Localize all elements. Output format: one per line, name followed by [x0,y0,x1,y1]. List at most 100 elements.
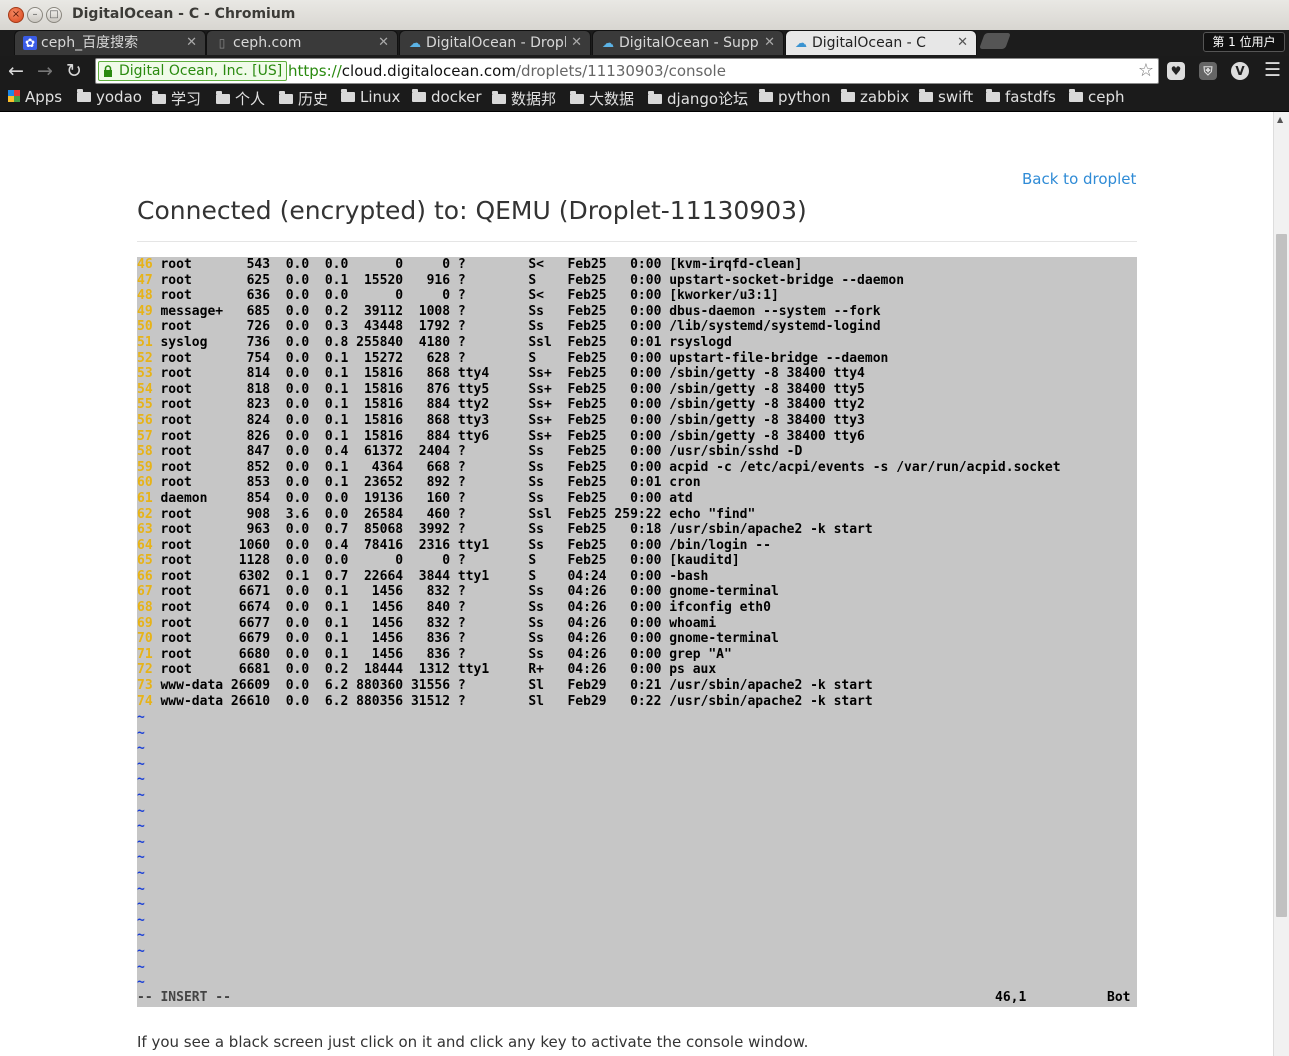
process-entry: www-data 26609 0.0 6.2 880360 31556 ? Sl… [160,678,873,694]
bookmark-folder[interactable]: python [759,88,830,106]
bookmark-folder[interactable]: 学习 [152,88,201,109]
window-close-button[interactable]: × [8,7,24,23]
scrollbar-thumb[interactable] [1276,234,1287,917]
console-line: 63 root 963 0.0 0.7 85068 3992 ? Ss Feb2… [137,522,1137,538]
line-number: 63 [137,522,153,538]
back-arrow-icon[interactable]: ← [8,60,24,82]
console-line: 66 root 6302 0.1 0.7 22664 3844 tty1 S 0… [137,569,1137,585]
process-entry: root 6302 0.1 0.7 22664 3844 tty1 S 04:2… [160,568,709,584]
console-line: 60 root 853 0.0 0.1 23652 892 ? Ss Feb25… [137,475,1137,491]
extension-shield-icon[interactable]: ⛨ [1199,62,1217,80]
bookmark-apps[interactable]: Apps [8,88,62,106]
process-entry: root 543 0.0 0.0 0 0 ? S< Feb25 0:00 [kv… [160,257,803,272]
apps-grid-icon [8,90,20,102]
process-entry: message+ 685 0.0 0.2 39112 1008 ? Ss Feb… [160,303,881,319]
forward-arrow-icon[interactable]: → [37,60,53,82]
console-line: 62 root 908 3.6 0.0 26584 460 ? Ssl Feb2… [137,507,1137,523]
extension-vimium-icon[interactable]: V [1231,62,1249,80]
bookmark-folder[interactable]: Linux [341,88,400,106]
console-line: 53 root 814 0.0 0.1 15816 868 tty4 Ss+ F… [137,366,1137,382]
line-number: 72 [137,662,153,678]
tab-digitalocean-droplets[interactable]: ☁ DigitalOcean - Dropl ✕ [399,30,591,55]
bookmark-folder[interactable]: django论坛 [648,88,748,109]
tab-label: DigitalOcean - C [812,35,926,51]
folder-icon [216,91,230,104]
console-line: 58 root 847 0.0 0.4 61372 2404 ? Ss Feb2… [137,444,1137,460]
address-bar[interactable]: Digital Ocean, Inc. [US] https://cloud.d… [95,58,1159,84]
extension-pocket-icon[interactable]: ♥ [1167,62,1185,80]
vim-tilde: ~ [137,881,145,897]
tab-strip: ✿ ceph_百度搜索 ✕ ▯ ceph.com ✕ ☁ DigitalOcea… [0,30,1289,56]
console-line: 67 root 6671 0.0 0.1 1456 832 ? Ss 04:26… [137,584,1137,600]
console-line: 71 root 6680 0.0 0.1 1456 836 ? Ss 04:26… [137,647,1137,663]
vim-tilde: ~ [137,710,145,725]
reload-icon[interactable]: ↻ [66,60,82,82]
menu-icon[interactable]: ☰ [1264,59,1281,81]
baidu-paw-icon: ✿ [23,36,37,50]
console-output: 46 root 543 0.0 0.0 0 0 ? S< Feb25 0:00 … [137,257,1137,709]
window-maximize-button[interactable]: □ [46,7,62,23]
console-line: 56 root 824 0.0 0.1 15816 868 tty3 Ss+ F… [137,413,1137,429]
vim-tilde: ~ [137,772,145,788]
ev-certificate-badge[interactable]: Digital Ocean, Inc. [US] [98,61,288,81]
bookmark-label: Linux [360,88,401,106]
bookmark-label: django论坛 [667,90,749,108]
url-text[interactable]: https://cloud.digitalocean.com/droplets/… [288,62,726,80]
bookmark-folder[interactable]: zabbix [841,88,909,106]
line-number: 68 [137,600,153,616]
vim-tilde: ~ [137,725,145,741]
vim-tilde: ~ [137,803,145,819]
tab-close-icon[interactable]: ✕ [764,32,775,54]
tab-label: ceph_百度搜索 [41,35,139,51]
window-minimize-button[interactable]: – [27,7,43,23]
bookmark-folder[interactable]: 历史 [279,88,328,109]
bookmark-folder[interactable]: 大数据 [570,88,634,109]
tab-ceph-baidu[interactable]: ✿ ceph_百度搜索 ✕ [14,30,206,55]
vnc-console[interactable]: 46 root 543 0.0 0.0 0 0 ? S< Feb25 0:00 … [137,257,1137,1007]
process-entry: root 6677 0.0 0.1 1456 832 ? Ss 04:26 0:… [160,615,717,631]
bookmark-folder[interactable]: docker [412,88,482,106]
vim-tilde: ~ [137,756,145,772]
process-entry: syslog 736 0.0 0.8 255840 4180 ? Ssl Feb… [160,334,732,350]
bookmark-folder[interactable]: yodao [77,88,142,106]
folder-icon [1069,89,1083,102]
folder-icon [919,89,933,102]
profile-user-badge[interactable]: 第 1 位用户 [1203,32,1285,52]
page-scrollbar[interactable]: ▲ [1273,112,1289,1056]
bookmark-star-icon[interactable]: ☆ [1138,60,1154,81]
line-number: 74 [137,693,153,709]
scroll-up-arrow-icon[interactable]: ▲ [1277,115,1283,124]
new-tab-button[interactable] [979,33,1011,49]
divider [137,241,1137,242]
folder-icon [492,91,506,104]
bookmark-label: Apps [25,88,63,106]
console-line: 64 root 1060 0.0 0.4 78416 2316 tty1 Ss … [137,538,1137,554]
bookmark-label: yodao [96,88,142,106]
bookmark-folder[interactable]: 个人 [216,88,265,109]
tab-ceph-com[interactable]: ▯ ceph.com ✕ [206,30,398,55]
tab-close-icon[interactable]: ✕ [957,32,968,54]
tab-label: DigitalOcean - Suppo [619,35,759,51]
tab-digitalocean-support[interactable]: ☁ DigitalOcean - Suppo ✕ [592,30,784,55]
back-to-droplet-link[interactable]: Back to droplet [1022,170,1136,188]
bookmark-folder[interactable]: fastdfs [986,88,1056,106]
vim-tilde: ~ [137,897,145,913]
console-line: 47 root 625 0.0 0.1 15520 916 ? S Feb25 … [137,273,1137,289]
tab-digitalocean-console[interactable]: ☁ DigitalOcean - C ✕ [785,30,977,55]
url-path: /droplets/11130903/console [515,62,726,80]
vim-tilde: ~ [137,819,145,835]
bookmark-folder[interactable]: ceph [1069,88,1125,106]
line-number: 65 [137,553,153,569]
url-scheme: https:// [288,62,342,80]
process-entry: root 826 0.0 0.1 15816 884 tty6 Ss+ Feb2… [160,428,865,444]
line-number: 71 [137,646,153,662]
tab-close-icon[interactable]: ✕ [571,32,582,54]
line-number: 46 [137,257,153,272]
bookmark-folder[interactable]: 数据邦 [492,88,556,109]
line-number: 60 [137,475,153,491]
process-entry: root 6681 0.0 0.2 18444 1312 tty1 R+ 04:… [160,662,717,678]
tab-close-icon[interactable]: ✕ [186,32,197,54]
bookmark-folder[interactable]: swift [919,88,973,106]
tab-close-icon[interactable]: ✕ [378,32,389,54]
line-number: 70 [137,631,153,647]
